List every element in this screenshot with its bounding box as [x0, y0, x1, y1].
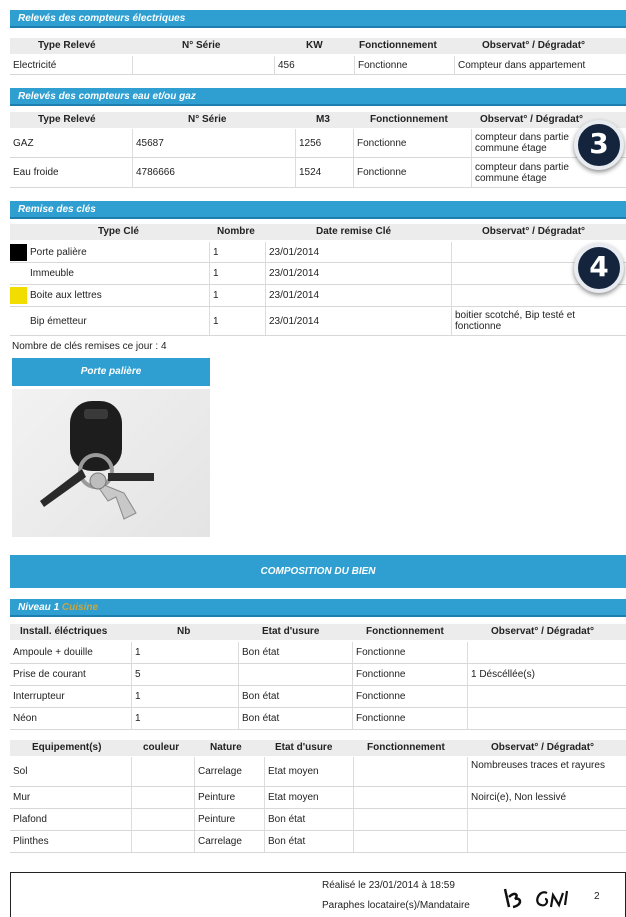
photo-title: Porte palière: [12, 358, 210, 386]
section-title-gaz: Relevés des compteurs eau et/ou gaz: [10, 88, 626, 106]
section-title-elec: Relevés des compteurs électriques: [10, 10, 626, 28]
niveau-label: Niveau 1: [18, 602, 60, 613]
install-table-header: Install. éléctriques Nb Etat d'usure Fon…: [10, 624, 626, 640]
paraphes-label: Paraphes locataire(s)/Mandataire: [322, 900, 470, 911]
composition-title: COMPOSITION DU BIEN: [10, 555, 626, 588]
table-row: Porte palière 1 23/01/2014: [10, 242, 626, 263]
elec-table-header: Type Relevé N° Série KW Fonctionnement O…: [10, 38, 626, 54]
table-row: GAZ 45687 1256 Fonctionne compteur dans …: [10, 129, 626, 158]
footer: Réalisé le 23/01/2014 à 18:59 Paraphes l…: [10, 872, 626, 917]
table-row: Plinthes Carrelage Bon état: [10, 831, 626, 853]
page-number: 2: [594, 891, 600, 902]
keys-count: Nombre de clés remises ce jour : 4: [12, 341, 167, 352]
niveau-bar: Niveau 1 Cuisine: [10, 599, 626, 617]
table-row: Boite aux lettres 1 23/01/2014: [10, 285, 626, 307]
keys-photo[interactable]: [12, 389, 210, 537]
table-row: Prise de courant 5 Fonctionne 1 Déscéllé…: [10, 664, 626, 686]
cles-table-header: Type Clé Nombre Date remise Clé Observat…: [10, 224, 626, 240]
table-row: Néon 1 Bon état Fonctionne: [10, 708, 626, 730]
col-fonct: Fonctionnement: [359, 40, 437, 51]
keys-photo-icon: [40, 401, 154, 520]
gaz-table-header: Type Relevé N° Série M3 Fonctionnement O…: [10, 112, 626, 128]
equip-table-header: Equipement(s) couleur Nature Etat d'usur…: [10, 740, 626, 756]
col-obs: Observat° / Dégradat°: [482, 40, 586, 51]
step-badge-3: 3: [574, 120, 624, 170]
table-row: Sol Carrelage Etat moyen Nombreuses trac…: [10, 757, 626, 787]
step-badge-4: 4: [574, 243, 624, 293]
col-type: Type Relevé: [38, 40, 96, 51]
table-row: Immeuble 1 23/01/2014: [10, 263, 626, 285]
piece-label: Cuisine: [61, 602, 99, 613]
table-row: Interrupteur 1 Bon état Fonctionne: [10, 686, 626, 708]
key-color-swatch: [10, 287, 27, 304]
table-row: Plafond Peinture Bon état: [10, 809, 626, 831]
table-row: Ampoule + douille 1 Bon état Fonctionne: [10, 642, 626, 664]
key-color-swatch: [10, 244, 27, 261]
table-row: Eau froide 4786666 1524 Fonctionne compt…: [10, 158, 626, 188]
table-row: Electricité 456 Fonctionne Compteur dans…: [10, 56, 626, 75]
section-title-cles: Remise des clés: [10, 201, 626, 219]
signature-icon: [503, 888, 569, 909]
col-kw: KW: [306, 40, 323, 51]
table-row: Mur Peinture Etat moyen Noirci(e), Non l…: [10, 787, 626, 809]
key-color-swatch: [10, 265, 27, 282]
table-row: Bip émetteur 1 23/01/2014 boitier scotch…: [10, 307, 626, 336]
realise-date: Réalisé le 23/01/2014 à 18:59: [322, 880, 455, 891]
key-color-swatch: [10, 313, 27, 330]
col-serie: N° Série: [182, 40, 221, 51]
